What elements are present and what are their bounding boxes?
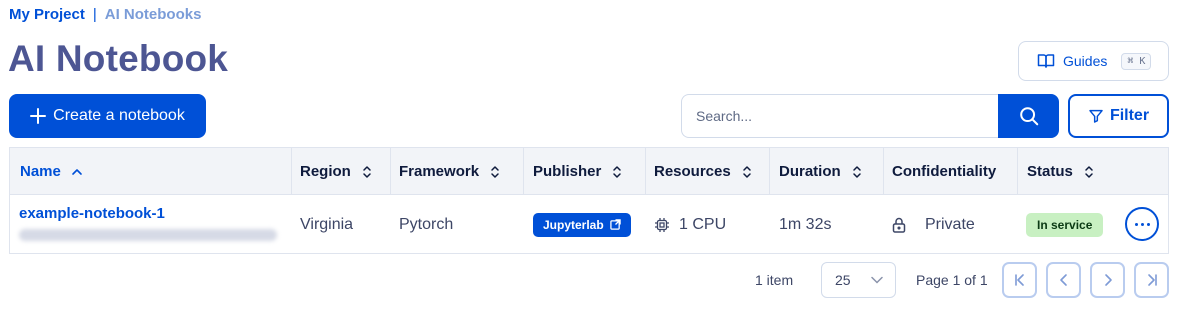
status-badge: In service [1026, 212, 1104, 237]
lock-icon [892, 217, 906, 233]
last-page-button[interactable] [1134, 262, 1169, 298]
page-info: Page 1 of 1 [916, 272, 988, 288]
publisher-label: Jupyterlab [543, 217, 604, 232]
sort-ascending-icon [72, 168, 82, 175]
chevron-down-icon [871, 276, 883, 284]
more-dot [1140, 222, 1144, 226]
more-dot [1134, 222, 1138, 226]
notebooks-table: Name Region Framework Publisher Resource… [9, 147, 1169, 254]
column-header-label: Framework [399, 163, 480, 180]
last-page-icon [1147, 274, 1157, 286]
first-page-icon [1014, 274, 1024, 286]
plus-icon [30, 108, 47, 124]
region-cell: Virginia [300, 215, 354, 233]
filter-label: Filter [1109, 107, 1150, 124]
page-title: AI Notebook [8, 38, 229, 79]
column-header-label: Resources [654, 163, 731, 180]
name-cell: example-notebook-1 [10, 195, 291, 254]
page-size-select[interactable]: 25 [821, 262, 896, 298]
column-header-label: Confidentiality [892, 163, 997, 180]
column-header-status[interactable]: Status [1027, 148, 1095, 195]
framework-cell: Pytorch [399, 215, 454, 233]
column-header-resources[interactable]: Resources [654, 148, 753, 195]
create-notebook-button[interactable]: Create a notebook [9, 94, 206, 138]
book-icon [1037, 54, 1055, 68]
cpu-icon [655, 217, 669, 232]
notebook-id-redacted [19, 229, 277, 241]
chevron-right-icon [1104, 274, 1112, 286]
column-header-confidentiality: Confidentiality [892, 148, 996, 195]
column-header-region[interactable]: Region [300, 148, 373, 195]
guides-label: Guides [1063, 53, 1108, 69]
resources-value: 1 CPU [679, 215, 727, 233]
confidentiality-cell: Private [892, 195, 975, 254]
search-button[interactable] [998, 94, 1059, 138]
row-actions-button[interactable] [1125, 207, 1159, 241]
create-notebook-label: Create a notebook [53, 107, 185, 124]
sort-icon [742, 165, 751, 178]
item-count: 1 item [755, 272, 794, 288]
resources-cell: 1 CPU [654, 195, 726, 254]
column-header-name[interactable]: Name [20, 148, 83, 195]
breadcrumb-ai-notebooks[interactable]: AI Notebooks [105, 6, 202, 23]
page-size-value: 25 [835, 272, 851, 288]
column-header-label: Name [20, 163, 61, 180]
table-row: example-notebook-1 Virginia Pytorch Jupy… [10, 195, 1168, 254]
filter-button[interactable]: Filter [1068, 94, 1169, 138]
confidentiality-value: Private [925, 215, 975, 233]
breadcrumb-project[interactable]: My Project [9, 6, 85, 23]
breadcrumb-separator: | [92, 6, 97, 23]
guides-button[interactable]: Guides ⌘ K [1018, 41, 1169, 81]
filter-icon [1089, 109, 1103, 123]
more-dot [1146, 222, 1150, 226]
search-bar [681, 94, 1059, 138]
sort-icon [613, 165, 622, 178]
previous-page-button[interactable] [1046, 262, 1081, 298]
column-header-label: Publisher [533, 163, 602, 180]
shortcut-hint: ⌘ K [1121, 52, 1152, 70]
column-header-label: Status [1027, 163, 1073, 180]
search-icon [1019, 107, 1038, 126]
column-header-label: Duration [779, 163, 841, 180]
duration-cell: 1m 32s [779, 215, 832, 233]
column-header-publisher[interactable]: Publisher [533, 148, 623, 195]
column-header-framework[interactable]: Framework [399, 148, 501, 195]
next-page-button[interactable] [1090, 262, 1125, 298]
sort-icon [1085, 165, 1093, 178]
notebook-name-link[interactable]: example-notebook-1 [19, 205, 165, 222]
publisher-badge[interactable]: Jupyterlab [533, 212, 631, 237]
table-header: Name Region Framework Publisher Resource… [10, 148, 1168, 195]
status-cell: In service [1026, 195, 1104, 254]
sort-icon [363, 165, 371, 178]
first-page-button[interactable] [1002, 262, 1037, 298]
column-header-duration[interactable]: Duration [779, 148, 863, 195]
breadcrumb: My Project | AI Notebooks [9, 6, 201, 23]
sort-icon [852, 165, 861, 178]
chevron-left-icon [1059, 274, 1067, 286]
column-header-label: Region [300, 163, 351, 180]
sort-icon [491, 165, 499, 178]
publisher-cell: Jupyterlab [533, 195, 631, 254]
external-link-icon [609, 219, 621, 230]
search-input[interactable] [681, 94, 998, 138]
